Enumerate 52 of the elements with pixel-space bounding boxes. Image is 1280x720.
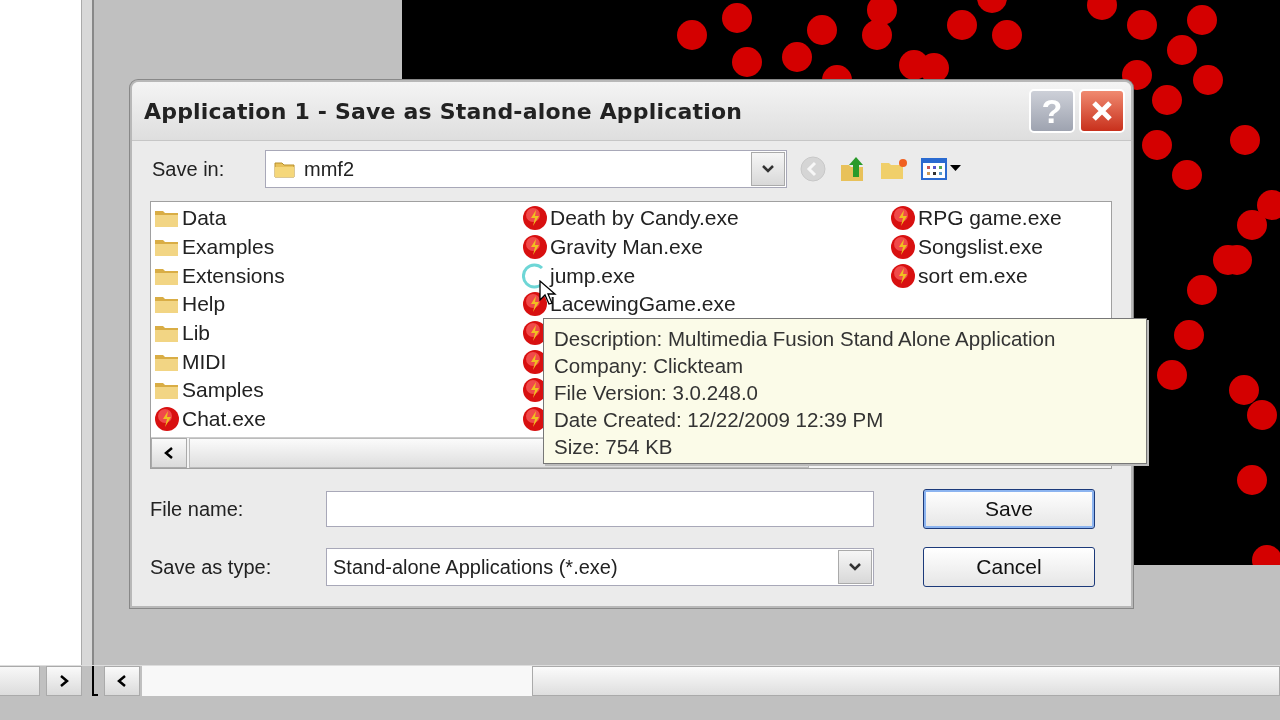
save-button[interactable]: Save [923,489,1095,529]
save-as-type-dropdown[interactable]: Stand-alone Applications (*.exe) [326,548,874,586]
scrollbar-thumb[interactable] [0,666,40,696]
field-label: Save in: [152,157,226,181]
window-title: Application 1 - Save as Stand-alone Application [144,98,743,124]
app-icon [890,234,916,261]
file-item[interactable]: Examples [154,232,522,262]
folder-icon [154,380,180,401]
tooltip-text: Size: 754 KB [554,434,674,460]
file-item[interactable]: Help [154,290,522,319]
file-item[interactable]: Data [154,204,522,233]
file-name-field[interactable] [326,491,874,527]
file-item[interactable]: Samples [154,376,522,405]
file-item[interactable]: Songslist.exe [890,232,1090,262]
tooltip-text: Company: Clickteam [554,353,745,379]
view-menu-icon[interactable] [921,156,963,182]
save-in-dropdown[interactable]: mmf2 [265,150,787,188]
field-label: Save as type: [150,555,273,579]
close-button[interactable] [1079,89,1125,133]
app-icon [154,406,180,433]
app-icon [522,205,548,232]
scroll-left-button[interactable] [104,666,140,696]
chevron-right-icon [58,674,70,688]
dropdown-value: mmf2 [304,157,355,181]
tooltip-text: File Version: 3.0.248.0 [554,380,759,406]
file-item[interactable]: Lib [154,318,522,348]
folder-icon [154,208,180,229]
scroll-left-button[interactable] [151,438,187,468]
app-icon [890,205,916,232]
file-item[interactable]: Chat.exe [154,404,522,434]
file-item[interactable]: RPG game.exe [890,204,1090,233]
field-label: File name: [150,497,245,521]
chevron-left-icon [116,674,128,688]
scrollbar-thumb[interactable] [532,666,1280,696]
dropdown-value: Stand-alone Applications (*.exe) [333,555,619,579]
folder-icon [154,237,180,258]
file-item[interactable]: Gravity Man.exe [522,232,890,262]
tooltip-text: Date Created: 12/22/2009 12:39 PM [554,407,885,433]
folder-icon [274,160,296,178]
file-item[interactable]: Extensions [154,261,522,291]
chevron-left-icon [163,446,175,460]
tooltip-text: Description: Multimedia Fusion Stand Alone Application [554,326,1057,352]
cancel-button[interactable]: Cancel [923,547,1095,587]
file-item[interactable]: jump.exe [522,261,890,291]
folder-icon [154,294,180,315]
folder-icon [154,323,180,344]
file-item[interactable]: MIDI [154,347,522,377]
file-item[interactable]: sort em.exe [890,261,1090,291]
file-item[interactable]: Death by Candy.exe [522,204,890,233]
scroll-right-button[interactable] [46,666,82,696]
app-icon [522,234,548,261]
app-icon [890,262,916,289]
